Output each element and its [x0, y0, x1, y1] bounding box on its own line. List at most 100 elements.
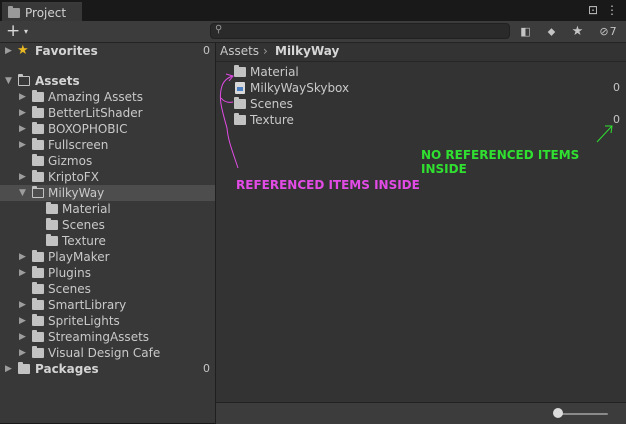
tree-item[interactable]: ▶ BetterLitShader	[0, 105, 215, 121]
chevron-right-icon[interactable]: ▶	[19, 265, 26, 281]
save-search-button[interactable]: ★	[565, 22, 590, 41]
tree-item-assets[interactable]: ▼ Assets	[0, 73, 215, 89]
tree-item-label: BOXOPHOBIC	[48, 122, 128, 136]
folder-tree: ▶ ★ Favorites 0 ▼ Assets ▶ Amazing Asset…	[0, 43, 215, 423]
tree-item-label: Favorites	[35, 44, 98, 58]
chevron-right-icon[interactable]: ▶	[19, 137, 26, 153]
list-item-label: Scenes	[250, 97, 293, 111]
tree-item-packages[interactable]: ▶ Packages 0	[0, 361, 215, 377]
window-controls: ⊡ ⋮	[588, 3, 618, 17]
tree-item-selected[interactable]: ▼ MilkyWay	[0, 185, 215, 201]
chevron-right-icon[interactable]: ▶	[19, 105, 26, 121]
folder-icon	[32, 106, 44, 118]
tree-item-label: Scenes	[48, 282, 91, 296]
folder-icon	[32, 266, 44, 278]
breadcrumb-separator: ›	[263, 44, 268, 58]
folder-icon	[46, 218, 58, 230]
tree-item[interactable]: ▶ Visual Design Cafe	[0, 345, 215, 361]
chevron-right-icon[interactable]: ▶	[5, 361, 12, 377]
zoom-slider-track[interactable]	[556, 413, 608, 415]
tree-item-label: BetterLitShader	[48, 106, 143, 120]
hidden-count: 7	[609, 25, 617, 38]
chevron-right-icon[interactable]: ▶	[19, 297, 26, 313]
tree-item-label: Amazing Assets	[48, 90, 143, 104]
folder-icon	[32, 282, 44, 294]
folder-icon	[32, 138, 44, 150]
breadcrumb-milkyway[interactable]: MilkyWay	[275, 44, 339, 58]
create-button[interactable]: +	[6, 22, 20, 40]
folder-icon	[32, 90, 44, 102]
chevron-right-icon[interactable]: ▶	[19, 329, 26, 345]
tree-item[interactable]: Texture	[0, 233, 215, 249]
tree-item-label: StreamingAssets	[48, 330, 150, 344]
tree-item[interactable]: Material	[0, 201, 215, 217]
breadcrumb-assets[interactable]: Assets	[220, 44, 259, 58]
packages-count: 0	[203, 362, 210, 375]
chevron-down-icon[interactable]: ▾	[24, 27, 28, 36]
toolbar: + ▾ ⚲ ◧ ⬥ ★ ⊘ 7	[0, 21, 626, 43]
filter-by-type-button[interactable]: ◧	[513, 22, 538, 41]
list-item[interactable]: MilkyWaySkybox 0	[216, 80, 626, 96]
star-icon: ★	[571, 24, 584, 39]
filter-by-label-button[interactable]: ⬥	[539, 22, 564, 41]
tree-item[interactable]: ▶ Fullscreen	[0, 137, 215, 153]
folder-icon	[32, 122, 44, 134]
folder-icon	[46, 202, 58, 214]
chevron-right-icon[interactable]: ▶	[5, 43, 12, 59]
tree-item[interactable]: ▶ PlayMaker	[0, 249, 215, 265]
star-icon: ★	[17, 43, 29, 58]
folder-icon	[8, 5, 20, 18]
list-item[interactable]: Material	[216, 64, 626, 80]
tree-item-label: Visual Design Cafe	[48, 346, 161, 360]
more-menu-icon[interactable]: ⋮	[606, 3, 618, 17]
lock-icon[interactable]: ⊡	[588, 3, 598, 17]
tree-item-label: KriptoFX	[48, 170, 99, 184]
tree-item[interactable]: Scenes	[0, 217, 215, 233]
tree-item[interactable]: ▶ Plugins	[0, 265, 215, 281]
search-input[interactable]: ⚲	[210, 23, 510, 39]
tree-item[interactable]: ▶ StreamingAssets	[0, 329, 215, 345]
filter-type-icon: ◧	[520, 25, 531, 38]
list-item[interactable]: Scenes	[216, 96, 626, 112]
tree-item-favorites[interactable]: ▶ ★ Favorites 0	[0, 43, 215, 59]
chevron-down-icon[interactable]: ▼	[19, 185, 26, 201]
chevron-down-icon[interactable]: ▼	[5, 73, 12, 89]
chevron-right-icon[interactable]: ▶	[19, 249, 26, 265]
zoom-slider-thumb[interactable]	[553, 408, 563, 418]
tree-item[interactable]: Gizmos	[0, 153, 215, 169]
tree-item-label: Scenes	[62, 218, 105, 232]
folder-icon	[32, 298, 44, 310]
folder-icon	[32, 314, 44, 326]
eye-slash-icon: ⊘	[599, 25, 609, 38]
tree-item[interactable]: ▶ Amazing Assets	[0, 89, 215, 105]
chevron-right-icon[interactable]: ▶	[19, 121, 26, 137]
tree-item[interactable]: ▶ SmartLibrary	[0, 297, 215, 313]
folder-icon	[234, 113, 246, 125]
list-item-label: Texture	[250, 113, 294, 127]
tag-icon: ⬥	[547, 24, 556, 38]
favorites-count: 0	[203, 44, 210, 57]
list-item[interactable]: Texture 0	[216, 112, 626, 128]
chevron-right-icon[interactable]: ▶	[19, 89, 26, 105]
chevron-right-icon[interactable]: ▶	[19, 345, 26, 361]
folder-icon	[46, 234, 58, 246]
chevron-right-icon[interactable]: ▶	[19, 169, 26, 185]
hidden-packages-button[interactable]: ⊘ 7	[592, 22, 624, 41]
skybox-asset-icon	[235, 82, 245, 94]
folder-icon	[18, 362, 30, 374]
tree-item[interactable]: ▶ KriptoFX	[0, 169, 215, 185]
list-item-count: 0	[613, 81, 620, 94]
folder-icon	[32, 154, 44, 166]
folder-icon	[32, 250, 44, 262]
tree-item-label: Material	[62, 202, 111, 216]
chevron-right-icon[interactable]: ▶	[19, 313, 26, 329]
tree-item-label: Texture	[62, 234, 106, 248]
tree-item-label: PlayMaker	[48, 250, 110, 264]
tree-item-label: Fullscreen	[48, 138, 109, 152]
tree-item[interactable]: ▶ BOXOPHOBIC	[0, 121, 215, 137]
tree-item[interactable]: Scenes	[0, 281, 215, 297]
tree-item-label: Packages	[35, 362, 99, 376]
project-tab[interactable]: Project	[2, 2, 82, 21]
annotation-referenced: REFERENCED ITEMS INSIDE	[236, 178, 420, 192]
tree-item[interactable]: ▶ SpriteLights	[0, 313, 215, 329]
